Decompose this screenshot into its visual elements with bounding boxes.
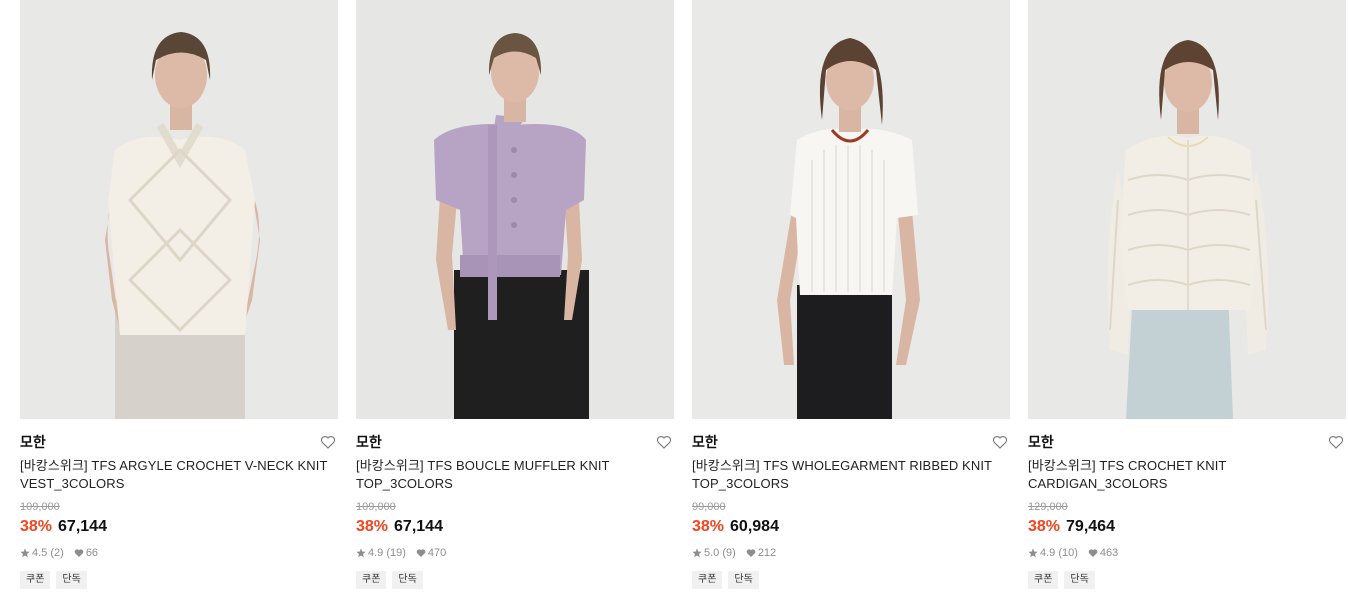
- coupon-tag: 쿠폰: [20, 571, 51, 589]
- sale-price: 60,984: [730, 518, 779, 535]
- original-price: 129,000: [1028, 501, 1068, 513]
- brand-name[interactable]: 모한: [1028, 433, 1346, 451]
- review-count: (9): [722, 547, 736, 559]
- product-name-line: TOP_3COLORS: [692, 476, 789, 491]
- heart-outline-icon[interactable]: [656, 434, 672, 450]
- product-name-line: CARDIGAN_3COLORS: [1028, 476, 1168, 491]
- discount-rate: 38%: [1028, 518, 1061, 535]
- tag-list: 쿠폰 단독: [1028, 571, 1346, 589]
- like-count: 470: [427, 547, 447, 559]
- star-icon: [356, 548, 366, 558]
- rating-value: 4.9: [368, 547, 384, 559]
- product-image[interactable]: [692, 0, 1010, 419]
- product-grid: 모한 [바캉스위크] TFS ARGYLE CROCHET V-NECK KNI…: [0, 0, 1348, 607]
- review-count: (2): [50, 547, 64, 559]
- original-price: 109,000: [356, 501, 396, 513]
- discount-rate: 38%: [20, 518, 53, 535]
- heart-outline-icon[interactable]: [320, 434, 336, 450]
- like-count: 66: [85, 547, 99, 559]
- product-name[interactable]: [바캉스위크] TFS WHOLEGARMENT RIBBED KNIT TOP…: [692, 457, 1010, 493]
- sale-price: 67,144: [394, 518, 443, 535]
- review-meta: 4.9 (19) 470: [356, 546, 674, 560]
- heart-outline-icon[interactable]: [992, 434, 1008, 450]
- coupon-tag: 쿠폰: [1028, 571, 1059, 589]
- product-name-line: [바캉스위크] TFS WHOLEGARMENT RIBBED KNIT: [692, 458, 993, 473]
- heart-filled-icon: [74, 548, 84, 558]
- star-icon: [692, 548, 702, 558]
- like-count: 212: [757, 547, 777, 559]
- product-name-line: TOP_3COLORS: [356, 476, 453, 491]
- original-price: 109,000: [20, 501, 60, 513]
- product-card[interactable]: 모한 [바캉스위크] TFS CROCHET KNIT CARDIGAN_3CO…: [1028, 0, 1346, 607]
- product-card[interactable]: 모한 [바캉스위크] TFS WHOLEGARMENT RIBBED KNIT …: [692, 0, 1010, 607]
- heart-filled-icon: [416, 548, 426, 558]
- star-icon: [1028, 548, 1038, 558]
- discount-rate: 38%: [356, 518, 389, 535]
- tag-list: 쿠폰 단독: [20, 571, 338, 589]
- coupon-tag: 쿠폰: [692, 571, 723, 589]
- product-name[interactable]: [바캉스위크] TFS BOUCLE MUFFLER KNIT TOP_3COL…: [356, 457, 674, 493]
- product-name-line: [바캉스위크] TFS BOUCLE MUFFLER KNIT: [356, 458, 610, 473]
- heart-filled-icon: [1088, 548, 1098, 558]
- product-image[interactable]: [1028, 0, 1346, 419]
- price-row: 38% 60,984: [692, 517, 1010, 537]
- review-meta: 4.5 (2) 66: [20, 546, 338, 560]
- product-image[interactable]: [356, 0, 674, 419]
- price-row: 38% 79,464: [1028, 517, 1346, 537]
- brand-name[interactable]: 모한: [692, 433, 1010, 451]
- tag-list: 쿠폰 단독: [356, 571, 674, 589]
- sale-price: 79,464: [1066, 518, 1115, 535]
- product-image[interactable]: [20, 0, 338, 419]
- review-meta: 4.9 (10) 463: [1028, 546, 1346, 560]
- review-count: (10): [1058, 547, 1078, 559]
- exclusive-tag: 단독: [728, 571, 759, 589]
- product-name-line: VEST_3COLORS: [20, 476, 125, 491]
- rating-value: 4.5: [32, 547, 48, 559]
- sale-price: 67,144: [58, 518, 107, 535]
- product-card[interactable]: 모한 [바캉스위크] TFS BOUCLE MUFFLER KNIT TOP_3…: [356, 0, 674, 607]
- brand-name[interactable]: 모한: [356, 433, 674, 451]
- product-name[interactable]: [바캉스위크] TFS ARGYLE CROCHET V-NECK KNIT V…: [20, 457, 338, 493]
- product-name[interactable]: [바캉스위크] TFS CROCHET KNIT CARDIGAN_3COLOR…: [1028, 457, 1346, 493]
- discount-rate: 38%: [692, 518, 725, 535]
- heart-filled-icon: [746, 548, 756, 558]
- star-icon: [20, 548, 30, 558]
- product-name-line: [바캉스위크] TFS CROCHET KNIT: [1028, 458, 1227, 473]
- exclusive-tag: 단독: [392, 571, 423, 589]
- tag-list: 쿠폰 단독: [692, 571, 1010, 589]
- price-row: 38% 67,144: [20, 517, 338, 537]
- product-card[interactable]: 모한 [바캉스위크] TFS ARGYLE CROCHET V-NECK KNI…: [20, 0, 338, 607]
- original-price: 99,000: [692, 501, 726, 513]
- exclusive-tag: 단독: [56, 571, 87, 589]
- brand-name[interactable]: 모한: [20, 433, 338, 451]
- review-meta: 5.0 (9) 212: [692, 546, 1010, 560]
- rating-value: 4.9: [1040, 547, 1056, 559]
- heart-outline-icon[interactable]: [1328, 434, 1344, 450]
- exclusive-tag: 단독: [1064, 571, 1095, 589]
- like-count: 463: [1099, 547, 1119, 559]
- price-row: 38% 67,144: [356, 517, 674, 537]
- review-count: (19): [386, 547, 406, 559]
- product-name-line: [바캉스위크] TFS ARGYLE CROCHET V-NECK KNIT: [20, 458, 328, 473]
- rating-value: 5.0: [704, 547, 720, 559]
- coupon-tag: 쿠폰: [356, 571, 387, 589]
